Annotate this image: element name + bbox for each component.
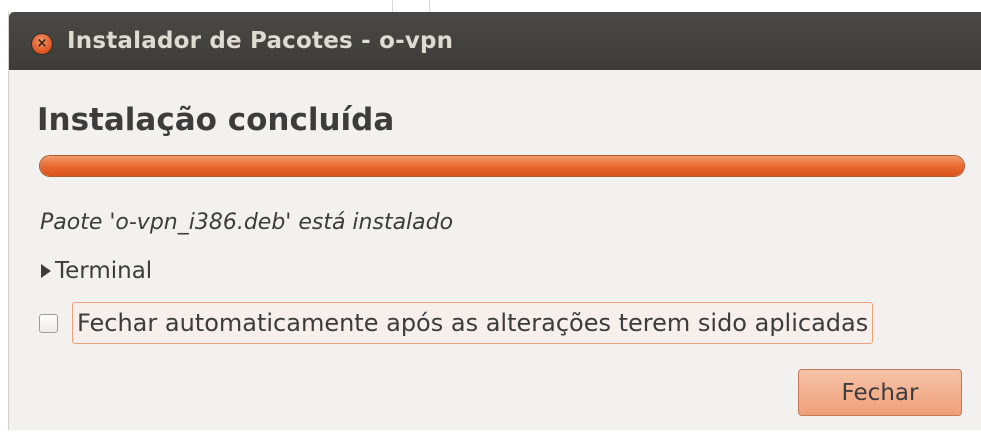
background-strip [0,0,981,12]
window-title: Instalador de Pacotes - o-vpn [67,28,454,54]
triangle-right-icon [41,264,51,278]
auto-close-label[interactable]: Fechar automaticamente após as alteraçõe… [72,302,874,344]
page-title: Instalação concluída [37,102,395,138]
terminal-expander-label: Terminal [55,258,153,284]
progress-bar-fill [40,156,964,176]
background-seam [392,0,430,12]
titlebar: × Instalador de Pacotes - o-vpn [9,12,981,70]
progress-bar [39,155,965,177]
close-icon[interactable]: × [32,34,52,54]
status-text: Paote 'o-vpn_i386.deb' está instalado [40,210,454,235]
close-button[interactable]: Fechar [798,369,962,416]
auto-close-checkbox[interactable] [39,313,58,333]
auto-close-option[interactable]: Fechar automaticamente após as alteraçõe… [39,301,874,345]
package-installer-window: × Instalador de Pacotes - o-vpn Instalaç… [8,12,981,430]
terminal-expander[interactable]: Terminal [41,256,152,286]
